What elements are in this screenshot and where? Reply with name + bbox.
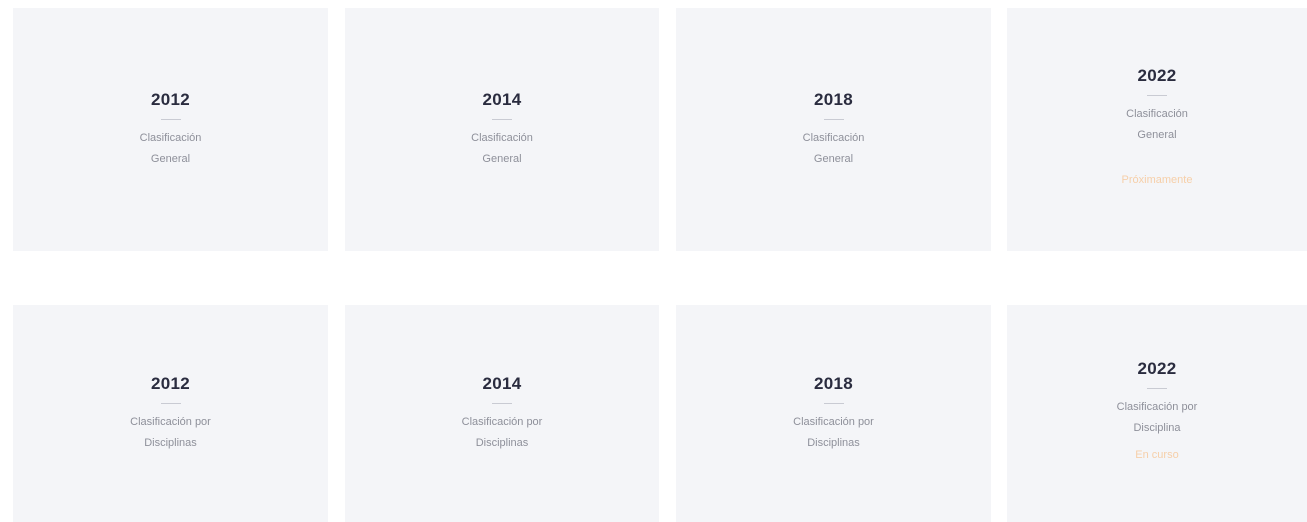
card-description: Clasificación General xyxy=(139,131,202,165)
card-description: Clasificación por Disciplinas xyxy=(461,415,543,449)
card-year: 2012 xyxy=(150,89,191,109)
card-status: En curso xyxy=(1135,448,1179,461)
card-year: 2022 xyxy=(1137,358,1177,378)
card-2022-discipline[interactable]: 2022 Clasificación por Disciplina En cur… xyxy=(1007,305,1307,522)
card-divider xyxy=(492,402,512,404)
card-status: Próximamente xyxy=(1121,173,1193,186)
card-year: 2018 xyxy=(813,373,854,393)
card-divider xyxy=(1147,387,1167,389)
card-year: 2022 xyxy=(1137,65,1177,85)
card-year: 2012 xyxy=(150,373,191,393)
card-year: 2014 xyxy=(482,89,522,109)
card-2022-general[interactable]: 2022 Clasificación General Próximamente xyxy=(1007,8,1307,251)
card-2014-general[interactable]: 2014 Clasificación General xyxy=(345,8,659,251)
card-description: Clasificación General xyxy=(1126,107,1188,141)
card-description: Clasificación General xyxy=(471,131,533,165)
card-divider xyxy=(823,402,844,404)
card-divider xyxy=(160,118,181,120)
card-description: Clasificación por Disciplinas xyxy=(130,415,211,449)
card-2014-disciplines[interactable]: 2014 Clasificación por Disciplinas xyxy=(345,305,659,522)
card-2018-disciplines[interactable]: 2018 Clasificación por Disciplinas xyxy=(676,305,991,522)
card-year: 2014 xyxy=(482,373,522,393)
card-2018-general[interactable]: 2018 Clasificación General xyxy=(676,8,991,251)
classification-grid: 2012 Clasificación General 2014 Clasific… xyxy=(0,0,1307,522)
card-2012-general[interactable]: 2012 Clasificación General xyxy=(13,8,328,251)
card-description: Clasificación por Disciplina xyxy=(1116,400,1198,434)
card-2012-disciplines[interactable]: 2012 Clasificación por Disciplinas xyxy=(13,305,328,522)
card-year: 2018 xyxy=(813,89,854,109)
card-description: Clasificación por Disciplinas xyxy=(793,415,874,449)
card-divider xyxy=(492,118,512,120)
card-divider xyxy=(1147,94,1167,96)
card-description: Clasificación General xyxy=(802,131,865,165)
card-divider xyxy=(160,402,181,404)
card-divider xyxy=(823,118,844,120)
